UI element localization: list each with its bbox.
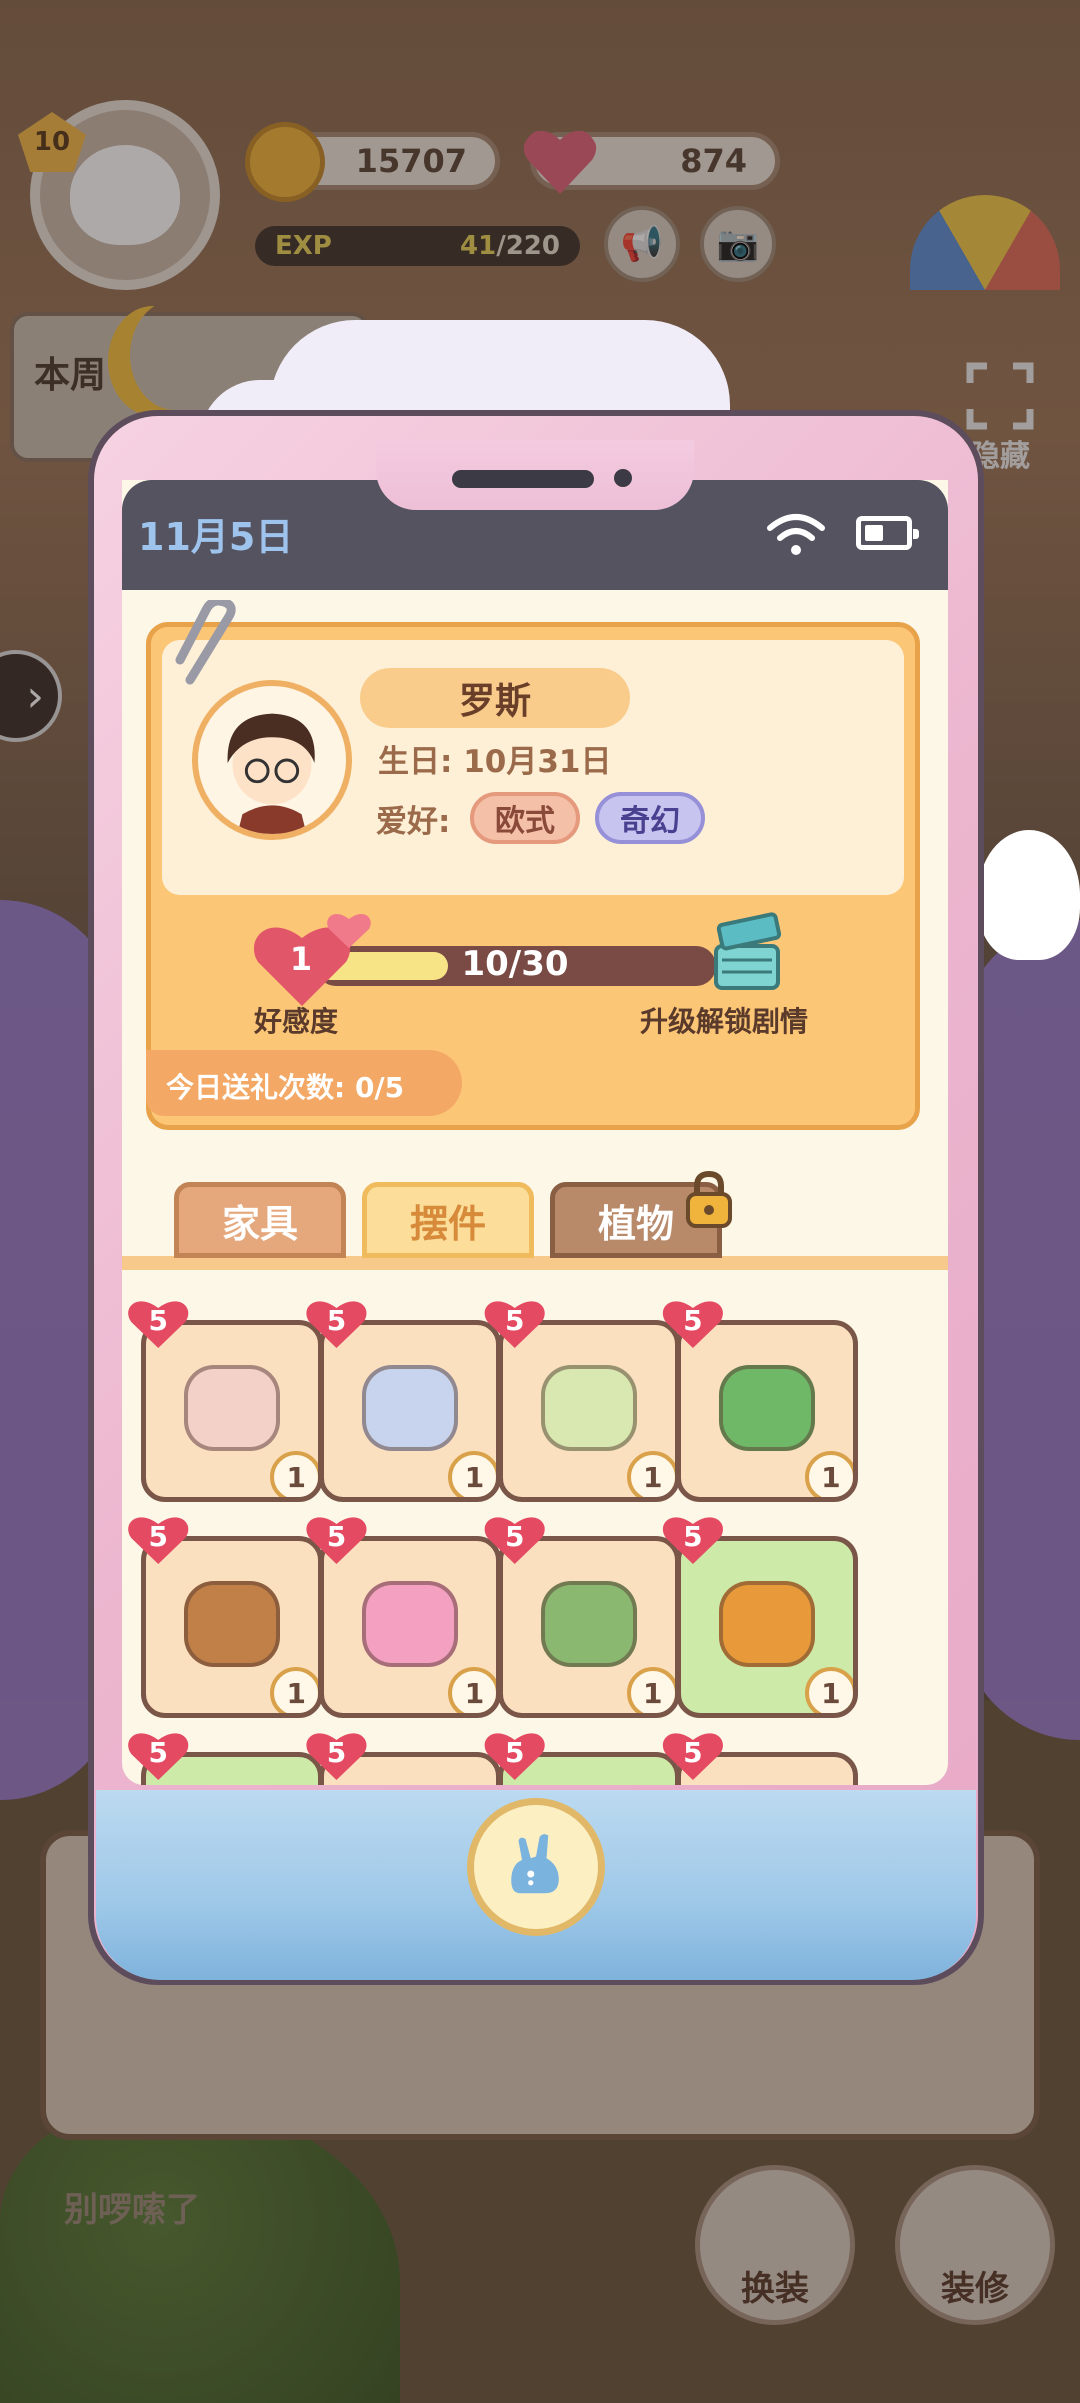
gift-item-slot[interactable]: 1: [319, 1320, 502, 1502]
affection-value: 5: [148, 1519, 168, 1553]
teapot-icon: [718, 1581, 815, 1667]
character-portrait: [192, 680, 352, 840]
affection-value: 5: [326, 1519, 347, 1553]
notch-camera: [614, 469, 632, 487]
tab-underline: [122, 1256, 948, 1270]
affection-value: 5: [148, 1303, 168, 1337]
lotus-pot-icon: [540, 1365, 637, 1451]
wifi-icon: [767, 514, 825, 555]
affection-value: 5: [504, 1735, 525, 1769]
item-count-badge: 1: [804, 1451, 853, 1497]
item-count-badge: 1: [626, 1667, 675, 1713]
affection-label: 好感度: [254, 1005, 339, 1038]
item-count-badge: 1: [804, 1667, 853, 1713]
radish-plant-icon: [718, 1365, 815, 1451]
gift-item-slot[interactable]: 1: [319, 1536, 502, 1718]
phone-home-button[interactable]: [467, 1798, 605, 1936]
hobby-tag-fantasy: 奇幻: [595, 792, 705, 844]
hobby-tag-european: 欧式: [470, 792, 580, 844]
item-count-badge: 1: [270, 1667, 319, 1713]
gift-item-grid: 15151515151515155555: [122, 1270, 948, 1785]
pink-pillow-icon: [184, 1365, 281, 1451]
lock-icon: [686, 1170, 732, 1228]
affection-value: 5: [326, 1303, 347, 1337]
gift-item-slot[interactable]: 1: [141, 1320, 324, 1502]
affection-value: 5: [683, 1303, 703, 1337]
bunny-peek-icon: [978, 830, 1080, 960]
tab-furniture[interactable]: 家具: [174, 1182, 346, 1258]
potted-plant-icon: [540, 1581, 637, 1667]
blue-pillow-icon: [362, 1365, 459, 1451]
affection-value: 5: [326, 1735, 347, 1769]
affection-value: 5: [504, 1303, 525, 1337]
gift-count-text: 今日送礼次数: 0/5: [166, 1071, 405, 1104]
item-count-badge: 1: [270, 1451, 319, 1497]
tab-ornament[interactable]: 摆件: [362, 1182, 534, 1258]
gift-item-slot[interactable]: 1: [141, 1536, 324, 1718]
affection-value: 5: [683, 1519, 703, 1553]
affection-value: 5: [504, 1519, 525, 1553]
gift-item-slot[interactable]: 1: [675, 1536, 858, 1718]
affection-progress-text: 10/30: [461, 944, 569, 984]
battery-icon: [856, 516, 919, 550]
unlock-story-label: 升级解锁剧情: [640, 1005, 809, 1038]
paper-clip-icon: [175, 600, 236, 685]
gift-item-slot[interactable]: 1: [497, 1536, 680, 1718]
affection-value: 5: [683, 1735, 703, 1769]
affection-level: 1: [289, 940, 313, 978]
item-count-badge: 1: [448, 1667, 497, 1713]
character-face-icon: [227, 713, 315, 834]
notch-speaker: [452, 470, 594, 488]
hobby-label: 爱好:: [376, 804, 451, 840]
item-count-badge: 1: [626, 1451, 675, 1497]
book-stack-icon: [184, 1581, 281, 1667]
affection-value: 5: [148, 1735, 168, 1769]
character-birthday: 生日: 10月31日: [378, 744, 612, 780]
gift-item-slot[interactable]: 1: [497, 1320, 680, 1502]
status-date: 11月5日: [138, 515, 294, 559]
bunny-home-icon: [511, 1834, 559, 1894]
flower-vase-icon: [362, 1581, 459, 1667]
item-count-badge: 1: [448, 1451, 497, 1497]
story-ticket-icon[interactable]: [706, 912, 788, 994]
character-name: 罗斯: [360, 668, 630, 728]
gift-item-slot[interactable]: 1: [675, 1320, 858, 1502]
